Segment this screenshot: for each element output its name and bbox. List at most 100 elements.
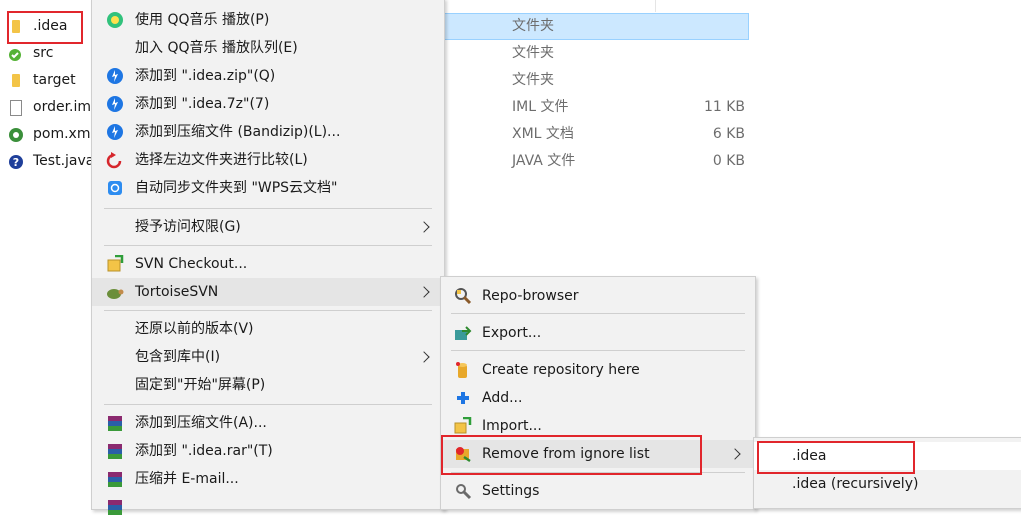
menu-separator [104,245,432,246]
file-name: src [33,45,54,61]
menu-item-qq-play[interactable]: 使用 QQ音乐 播放(P) [92,6,444,34]
menu-item-grant-access[interactable]: 授予访问权限(G) [92,213,444,241]
file-row-src[interactable]: src [0,40,100,67]
menu-separator [104,404,432,405]
file-type: 文件夹 [512,18,554,34]
menu-item-export[interactable]: Export... [441,319,755,347]
file-type: IML 文件 [512,99,569,115]
menu-item-restore-versions[interactable]: 还原以前的版本(V) [92,315,444,343]
menu-label: 添加到 ".idea.7z"(7) [135,96,270,112]
annotation-box-remove-ignore [441,435,702,475]
menu-separator [104,208,432,209]
file-size: 0 KB [712,153,745,169]
menu-item-ignore-idea-recursive[interactable]: .idea (recursively) [754,470,1021,498]
menu-item-add-zip[interactable]: 添加到 ".idea.zip"(Q) [92,62,444,90]
menu-item-partial[interactable] [92,493,444,521]
menu-item-repo-browser[interactable]: Repo-browser [441,282,755,310]
create-repo-icon [454,361,472,379]
winrar-icon [106,414,124,432]
file-type: JAVA 文件 [512,153,576,169]
menu-item-compare[interactable]: 选择左边文件夹进行比较(L) [92,146,444,174]
annotation-box-ignore-idea [757,441,915,474]
menu-label: TortoiseSVN [135,284,219,300]
menu-separator [104,310,432,311]
file-size: 6 KB [712,126,745,142]
menu-separator [451,350,745,351]
menu-item-wps-sync[interactable]: 自动同步文件夹到 "WPS云文档" [92,174,444,202]
menu-item-qq-queue[interactable]: 加入 QQ音乐 播放队列(E) [92,34,444,62]
menu-label: 添加到压缩文件(A)... [135,415,267,431]
annotation-box-file-idea [7,11,83,44]
menu-label: SVN Checkout... [135,256,248,272]
export-icon [454,324,472,342]
menu-label: 加入 QQ音乐 播放队列(E) [135,40,298,56]
menu-item-add-7z[interactable]: 添加到 ".idea.7z"(7) [92,90,444,118]
file-size: 11 KB [703,99,745,115]
qq-music-icon [106,11,124,29]
menu-label: Repo-browser [482,288,579,304]
menu-label: Create repository here [482,362,640,378]
menu-item-tortoisesvn[interactable]: TortoiseSVN [92,278,444,306]
menu-label: 选择左边文件夹进行比较(L) [135,152,308,168]
chevron-right-icon [729,448,741,460]
menu-label: 固定到"开始"屏幕(P) [135,377,266,393]
bandizip-icon [106,123,124,141]
menu-label: Export... [482,325,542,341]
settings-icon [454,482,472,500]
bandizip-icon [106,95,124,113]
menu-separator [451,313,745,314]
selected-row-highlight [440,13,749,40]
menu-label: .idea (recursively) [792,476,919,492]
xml-file-icon [8,127,24,143]
column-divider[interactable] [655,0,656,12]
menu-item-add-bandizip[interactable]: 添加到压缩文件 (Bandizip)(L)... [92,118,444,146]
file-row-order-iml[interactable]: order.im [0,94,100,121]
menu-label: 还原以前的版本(V) [135,321,254,337]
menu-label: 授予访问权限(G) [135,219,241,235]
menu-item-include-library[interactable]: 包含到库中(I) [92,343,444,371]
file-type: XML 文档 [512,126,574,142]
menu-label: 使用 QQ音乐 播放(P) [135,12,270,28]
menu-item-svn-checkout[interactable]: SVN Checkout... [92,250,444,278]
file-type: 文件夹 [512,72,554,88]
winrar-icon [106,470,124,488]
import-icon [454,417,472,435]
winrar-icon [106,442,124,460]
chevron-right-icon [418,221,430,233]
chevron-right-icon [418,351,430,363]
menu-label: Add... [482,390,523,406]
menu-item-add[interactable]: Add... [441,384,755,412]
chevron-right-icon [418,286,430,298]
java-file-icon: ? [8,154,24,170]
document-icon [10,100,26,116]
menu-label: 压缩并 E-mail... [135,471,239,487]
file-name: Test.java [33,153,95,169]
file-name: order.im [33,99,92,115]
bandizip-icon [106,67,124,85]
menu-label: 自动同步文件夹到 "WPS云文档" [135,180,338,196]
file-name: pom.xm [33,126,91,142]
menu-item-create-repo[interactable]: Create repository here [441,356,755,384]
menu-label: 添加到 ".idea.zip"(Q) [135,68,276,84]
menu-item-pin-start[interactable]: 固定到"开始"屏幕(P) [92,371,444,399]
menu-label: 添加到压缩文件 (Bandizip)(L)... [135,124,341,140]
menu-item-add-rar[interactable]: 添加到 ".idea.rar"(T) [92,437,444,465]
compare-icon [106,151,124,169]
add-icon [454,389,472,407]
menu-item-add-archive[interactable]: 添加到压缩文件(A)... [92,409,444,437]
menu-label: 添加到 ".idea.rar"(T) [135,443,273,459]
menu-item-compress-email[interactable]: 压缩并 E-mail... [92,465,444,493]
menu-label: 包含到库中(I) [135,349,221,365]
file-name: target [33,72,76,88]
tortoise-icon [106,283,124,301]
file-row-test-java[interactable]: ? Test.java [0,148,100,175]
file-row-pom-xml[interactable]: pom.xm [0,121,100,148]
file-row-target[interactable]: target [0,67,100,94]
wps-cloud-icon [106,179,124,197]
svg-text:?: ? [13,156,19,169]
file-type: 文件夹 [512,45,554,61]
context-menu: 使用 QQ音乐 播放(P) 加入 QQ音乐 播放队列(E) 添加到 ".idea… [91,0,445,515]
folder-icon [8,73,24,89]
repo-browser-icon [454,287,472,305]
svn-folder-icon [8,46,24,62]
